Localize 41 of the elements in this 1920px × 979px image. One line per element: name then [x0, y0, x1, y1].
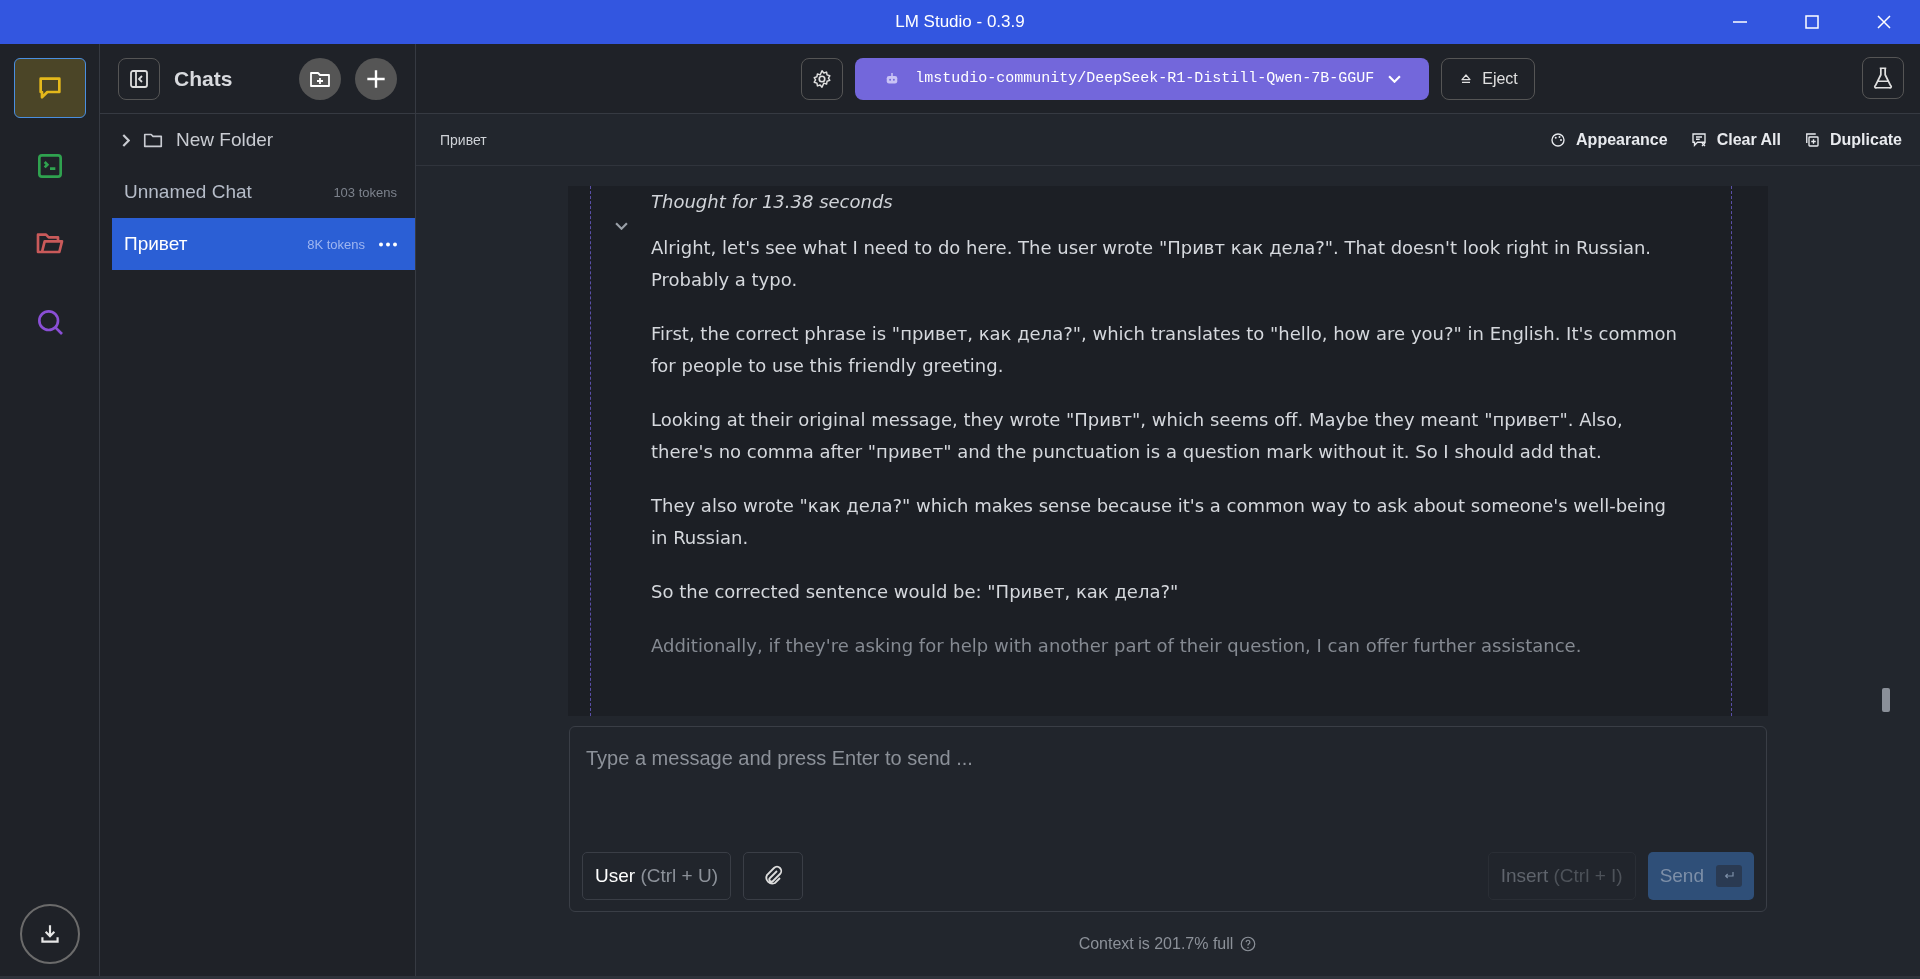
- sidebar-title: Chats: [174, 66, 234, 91]
- flask-button[interactable]: [1862, 57, 1904, 99]
- new-chat-button[interactable]: [355, 57, 397, 100]
- thought-paragraph: So the corrected sentence would be: "Привет, как дела?": [651, 580, 1180, 604]
- chevron-down-icon: [1388, 74, 1402, 83]
- window-title: LM Studio - 0.3.9: [894, 12, 1026, 32]
- chat-name: Unnamed Chat: [124, 181, 253, 203]
- duplicate-button[interactable]: Duplicate: [1803, 130, 1902, 149]
- thought-paragraph: Looking at their original message, they wrote "Привт", which seems off. Maybe they meant "привет". Also, there's no comma after "привет" and the punctuation is a question mark without it. So I should add that.: [651, 408, 1624, 464]
- chat-item[interactable]: Unnamed Chat 103 tokens: [112, 166, 415, 218]
- token-count: 103 tokens: [333, 184, 397, 200]
- context-usage: Context is 201.7% full: [1078, 935, 1234, 953]
- scrollbar-thumb[interactable]: [1882, 688, 1890, 712]
- eject-button[interactable]: Eject: [1441, 57, 1535, 100]
- more-icon[interactable]: [379, 241, 397, 247]
- new-folder-button[interactable]: [299, 57, 341, 100]
- clear-button[interactable]: Clear All: [1689, 130, 1781, 149]
- thought-heading: Thought for 13.38 seconds: [651, 190, 893, 214]
- thought-paragraph: Additionally, if they're asking for help with another part of their question, I can offer further assistance.: [651, 634, 1583, 658]
- folder-item[interactable]: New Folder: [100, 114, 415, 166]
- appearance-button[interactable]: Appearance: [1549, 130, 1668, 149]
- chat-item[interactable]: Привет 8K tokens: [112, 218, 415, 270]
- clear-chat-icon: [1689, 130, 1708, 149]
- thought-paragraph: They also wrote "как дела?" which makes sense because it's a common way to ask about someone's well-being in Russian.: [651, 494, 1667, 550]
- palette-icon: [1549, 130, 1568, 149]
- settings-button[interactable]: [801, 57, 844, 100]
- help-icon: [1239, 935, 1258, 953]
- attach-button[interactable]: [743, 852, 803, 900]
- rail-download-button[interactable]: [19, 904, 80, 964]
- thought-paragraph: First, the correct phrase is "привет, как дела?", which translates to "hello, how are you?" in English. It's common for people to use this friendly greeting.: [651, 322, 1678, 378]
- duplicate-icon: [1803, 130, 1821, 149]
- rail-chat-button[interactable]: [13, 58, 86, 118]
- folder-name: New Folder: [176, 129, 274, 151]
- model-selector[interactable]: lmstudio-community/DeepSeek-R1-Distill-Qwen-7B-GGUF: [855, 57, 1430, 100]
- chat-title: Привет: [440, 131, 488, 148]
- role-button[interactable]: User (Ctrl + U): [582, 852, 731, 900]
- chat-name: Привет: [124, 233, 189, 255]
- settings-icon: [811, 67, 834, 90]
- token-count: 8K tokens: [307, 236, 365, 252]
- thought-paragraph: Alright, let's see what I need to do here. The user wrote "Привт как дела?". That doesn't look right in Russian. Probably a typo.: [651, 236, 1653, 292]
- sidebar-toggle-button[interactable]: [118, 57, 160, 100]
